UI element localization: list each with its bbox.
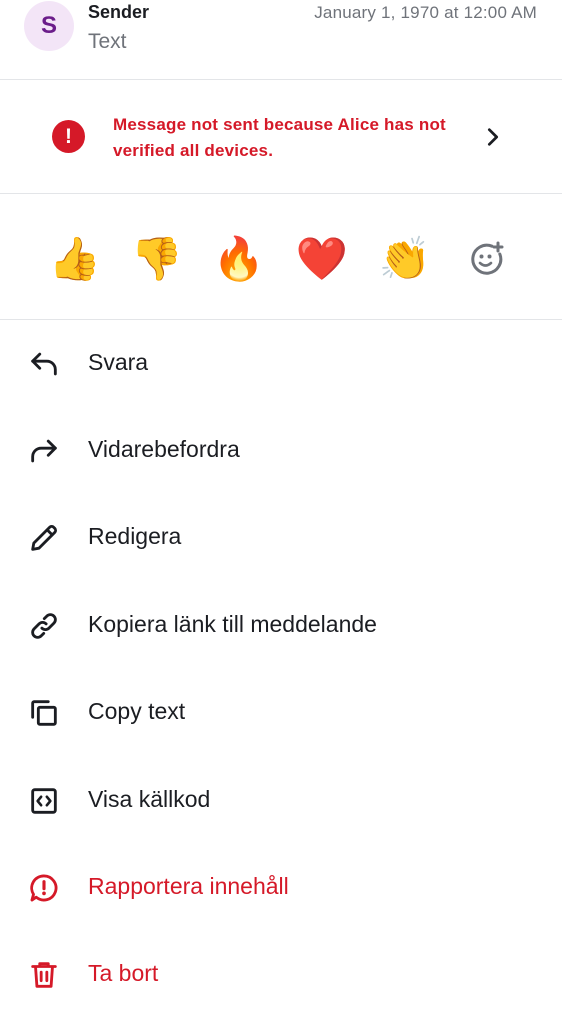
menu-item-delete[interactable]: Ta bort bbox=[0, 931, 562, 1018]
report-icon bbox=[30, 874, 58, 902]
link-icon bbox=[31, 613, 57, 639]
menu-item-label: Rapportera innehåll bbox=[88, 873, 289, 899]
menu-item-label: Kopiera länk till meddelande bbox=[88, 611, 377, 637]
copy-icon bbox=[31, 700, 57, 726]
menu-item-copy-link[interactable]: Kopiera länk till meddelande bbox=[0, 582, 562, 669]
menu-item-label: Svara bbox=[88, 349, 149, 375]
menu-item-label: Redigera bbox=[88, 523, 182, 549]
reaction-red-heart[interactable]: ❤️ bbox=[295, 232, 349, 286]
chevron-right-icon[interactable] bbox=[482, 126, 504, 148]
menu-item-reply[interactable]: Svara bbox=[0, 320, 562, 407]
menu-item-label: Vidarebefordra bbox=[88, 436, 240, 462]
menu-item-view-source[interactable]: Visa källkod bbox=[0, 757, 562, 844]
avatar: S bbox=[24, 1, 74, 51]
menu-item-forward[interactable]: Vidarebefordra bbox=[0, 407, 562, 494]
reaction-bar: 👍 👎 🔥 ❤️ 👏 bbox=[0, 194, 562, 320]
reaction-thumbs-up[interactable]: 👍 bbox=[48, 232, 102, 286]
timestamp: January 1, 1970 at 12:00 AM bbox=[314, 3, 537, 22]
reply-icon bbox=[31, 352, 57, 376]
warning-text: Message not sent because Alice has not v… bbox=[113, 115, 446, 160]
menu-item-edit[interactable]: Redigera bbox=[0, 494, 562, 581]
pencil-icon bbox=[31, 525, 57, 551]
forward-icon bbox=[31, 439, 57, 463]
add-reaction-button[interactable] bbox=[460, 232, 514, 286]
menu-item-report-content[interactable]: Rapportera innehåll bbox=[0, 844, 562, 931]
reaction-thumbs-down[interactable]: 👎 bbox=[130, 232, 184, 286]
smiley-plus-icon bbox=[471, 241, 504, 275]
sender-name: Sender bbox=[88, 2, 150, 22]
menu-item-label: Ta bort bbox=[88, 960, 159, 986]
message-preview: Text bbox=[88, 30, 127, 53]
exclamation-circle-icon: ! bbox=[52, 120, 85, 153]
message-header: S Sender Text January 1, 1970 at 12:00 A… bbox=[0, 0, 562, 80]
menu-item-label: Copy text bbox=[88, 698, 186, 724]
reaction-clapping-hands[interactable]: 👏 bbox=[378, 232, 432, 286]
code-icon bbox=[31, 788, 57, 814]
trash-icon bbox=[31, 962, 57, 988]
menu-item-copy-text[interactable]: Copy text bbox=[0, 669, 562, 756]
send-failure-warning[interactable]: ! Message not sent because Alice has not… bbox=[0, 80, 562, 194]
reaction-fire[interactable]: 🔥 bbox=[212, 232, 266, 286]
menu-item-label: Visa källkod bbox=[88, 786, 211, 812]
